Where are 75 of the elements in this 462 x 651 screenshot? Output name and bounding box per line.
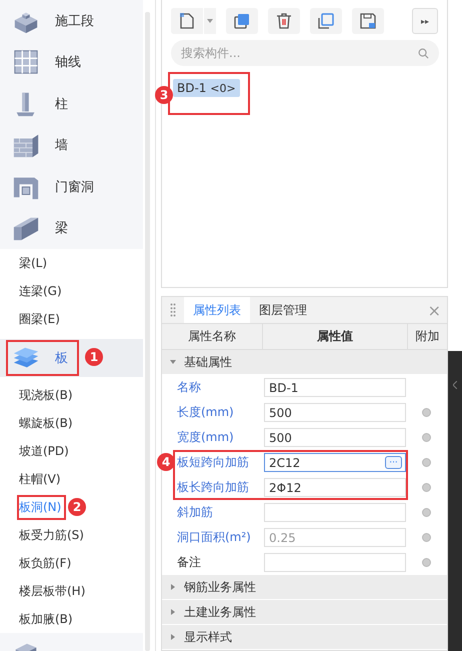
step-badge: 1 [85, 348, 103, 366]
property-name: 洞口面积(m²) [177, 529, 252, 546]
value-field[interactable] [264, 503, 406, 522]
group-header[interactable]: 基础属性 [162, 350, 447, 375]
category-item[interactable]: 轴线 [55, 53, 81, 72]
radio-button[interactable] [422, 508, 431, 517]
expand-arrow-icon [170, 359, 176, 365]
column-header: 属性值 [263, 324, 408, 349]
value-field[interactable]: 2Φ12 [264, 478, 406, 497]
delete-button[interactable] [268, 8, 300, 34]
category-item[interactable]: 施工段 [55, 12, 94, 30]
group-header[interactable]: 土建业务属性 [162, 600, 447, 625]
copy-button[interactable] [226, 8, 258, 34]
value-field[interactable]: BD-1 [264, 378, 406, 397]
sidebar-item[interactable]: 螺旋板(B) [17, 410, 77, 436]
value-field[interactable]: 500 [264, 428, 406, 447]
save-button[interactable] [352, 8, 384, 34]
caret-icon [207, 19, 213, 23]
value-field[interactable] [264, 553, 406, 572]
value-field[interactable]: 500 [264, 403, 406, 422]
sidebar-item[interactable]: 连梁(G) [17, 278, 66, 304]
radio-button[interactable] [422, 533, 431, 542]
sidebar-item[interactable]: 板受力筋(S) [17, 522, 88, 548]
step-badge: 3 [155, 86, 173, 104]
property-name: 板长跨向加筋 [177, 479, 250, 496]
category-item[interactable]: 门窗洞 [55, 178, 94, 196]
sidebar-item[interactable]: 梁(L) [17, 250, 52, 276]
radio-button[interactable] [422, 483, 431, 492]
category-item[interactable]: 墙 [55, 136, 68, 154]
sidebar-item[interactable]: 柱帽(V) [17, 466, 65, 492]
ellipsis-button[interactable]: ··· [385, 456, 402, 469]
property-name: 斜加筋 [177, 504, 214, 521]
search-icon [418, 48, 429, 59]
radio-button[interactable] [422, 408, 431, 417]
sidebar-item[interactable]: 楼层板带(H) [17, 578, 90, 604]
grid-icon [12, 48, 40, 76]
property-name: 板短跨向加筋 [177, 454, 250, 471]
column-header: 属性名称 [162, 324, 263, 349]
category-item[interactable]: 柱 [55, 94, 68, 113]
component-item[interactable]: BD-1 <0> [173, 79, 240, 97]
step-badge: 2 [68, 498, 86, 516]
drag-handle-icon[interactable] [170, 303, 176, 317]
group-header[interactable]: 钢筋业务属性 [162, 575, 447, 600]
category-item[interactable]: 板 [55, 349, 68, 367]
property-name: 长度(mm) [177, 404, 235, 421]
tab[interactable]: 图层管理 [250, 297, 316, 323]
sidebar-item[interactable]: 板加腋(B) [17, 606, 77, 632]
duplicate-icon [316, 11, 336, 31]
property-name: 备注 [177, 554, 202, 571]
dropdown-button[interactable] [203, 8, 216, 34]
radio-button[interactable] [422, 458, 431, 467]
expand-arrow-icon [170, 634, 176, 640]
column-header: 附加 [414, 328, 440, 345]
more-button[interactable]: ▸▸ [412, 8, 438, 34]
search-field[interactable]: 搜索构件... [171, 40, 439, 66]
tab[interactable]: 属性列表 [184, 297, 250, 323]
sidebar-item[interactable]: 板负筋(F) [17, 550, 76, 576]
trash-icon [274, 11, 294, 31]
step-badge: 4 [157, 453, 175, 471]
expand-arrow-icon [170, 609, 176, 615]
duplicate-button[interactable] [310, 8, 342, 34]
copy-icon [232, 11, 252, 31]
sidebar-item[interactable]: 现浇板(B) [17, 382, 77, 408]
sidebar-item[interactable]: 坡道(PD) [17, 438, 73, 464]
save-icon [358, 11, 378, 31]
expand-arrow-icon [170, 584, 176, 590]
sidebar-item[interactable]: 圈梁(E) [17, 306, 64, 332]
group-header[interactable]: 显示样式 [162, 625, 447, 650]
property-name: 宽度(mm) [177, 429, 235, 446]
property-name: 名称 [177, 379, 202, 396]
sidebar-item[interactable]: 板洞(N) [17, 494, 66, 520]
category-item[interactable]: 梁 [55, 219, 68, 238]
radio-button[interactable] [422, 558, 431, 567]
radio-button[interactable] [422, 433, 431, 442]
value-field[interactable]: 2C12 ··· [264, 453, 406, 472]
